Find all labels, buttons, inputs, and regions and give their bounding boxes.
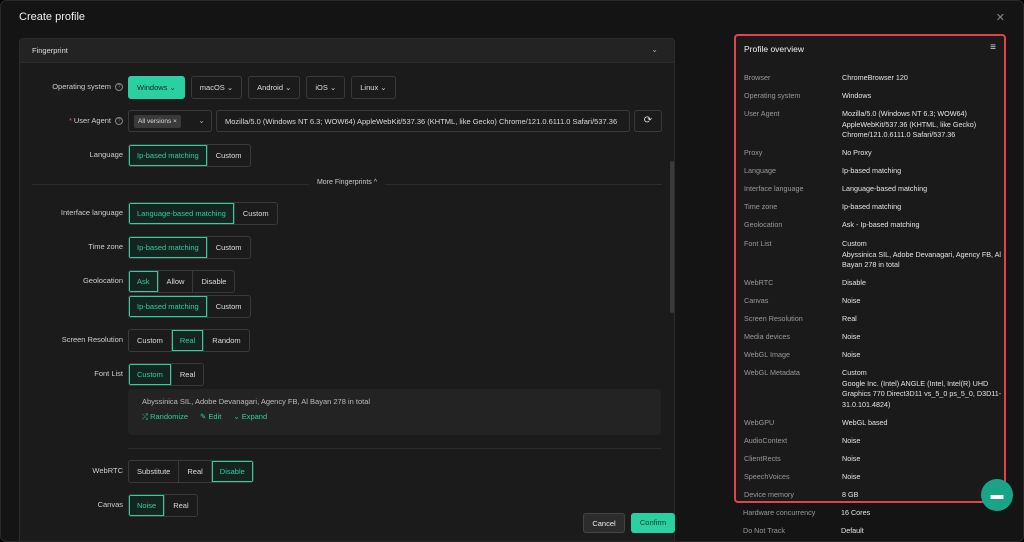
fontlist-row: Font List Custom Real [20,363,674,386]
resolution-real-option[interactable]: Real [171,330,205,351]
timezone-row: Time zone Ip-based matching Custom [20,236,674,259]
os-android-button[interactable]: Android ⌄ [248,76,301,99]
timezone-custom-option[interactable]: Custom [208,237,250,258]
resolution-toggle: Custom Real Random [128,329,250,352]
interface-language-custom-option[interactable]: Custom [235,203,277,224]
timezone-ip-option[interactable]: Ip-based matching [129,237,208,258]
language-ip-option[interactable]: Ip-based matching [129,145,208,166]
overview-title: Profile overview [744,44,804,54]
more-fingerprints-divider: More Fingerprints ^ [32,178,662,190]
interface-language-row: Interface language Language-based matchi… [20,202,674,225]
resolution-custom-option[interactable]: Custom [129,330,172,351]
canvas-row: Canvas Noise Real [20,494,674,517]
chevron-down-icon[interactable]: ⌄ [198,116,205,125]
fontlist-summary: Abyssinica SIL, Adobe Devanagari, Agency… [142,397,371,406]
geolocation-custom-option[interactable]: Custom [208,296,250,317]
geolocation-row: Geolocation Ask Allow Disable [20,270,674,293]
geolocation-sub-row: Ip-based matching Custom [20,295,674,318]
geolocation-sub-toggle: Ip-based matching Custom [128,295,251,318]
ua-row: * User Agent? All versions × ⌄ Mozilla/5.… [20,110,674,132]
fontlist-toggle: Custom Real [128,363,205,386]
os-ios-button[interactable]: iOS ⌄ [306,76,346,99]
webrtc-real-option[interactable]: Real [179,461,212,482]
webrtc-substitute-option[interactable]: Substitute [129,461,180,482]
language-label: Language [89,150,123,159]
ua-version-select[interactable]: All versions × ⌄ [128,110,212,132]
section-title: Fingerprint [32,46,68,55]
geolocation-ask-option[interactable]: Ask [129,271,159,292]
ua-version-tag[interactable]: All versions × [134,115,181,128]
geolocation-disable-option[interactable]: Disable [193,271,234,292]
interface-language-label: Interface language [60,208,123,217]
timezone-toggle: Ip-based matching Custom [128,236,251,259]
geolocation-toggle: Ask Allow Disable [128,270,236,293]
chat-icon[interactable]: ▬ [981,479,1013,511]
confirm-button[interactable]: Confirm [631,513,675,533]
geolocation-label: Geolocation [82,276,123,285]
ua-input[interactable]: Mozilla/5.0 (Windows NT 6.3; WOW64) Appl… [216,110,630,132]
resolution-row: Screen Resolution Custom Real Random [20,329,674,352]
language-toggle: Ip-based matching Custom [128,144,251,167]
fontlist-box: Abyssinica SIL, Adobe Devanagari, Agency… [128,389,661,435]
chevron-down-icon[interactable]: ⌄ [651,45,658,54]
geolocation-allow-option[interactable]: Allow [159,271,194,292]
webrtc-label: WebRTC [92,466,123,475]
geolocation-ip-option[interactable]: Ip-based matching [129,296,208,317]
interface-language-match-option[interactable]: Language-based matching [129,203,235,224]
os-windows-button[interactable]: Windows ⌄ [128,76,185,99]
create-profile-modal: Create profile ✕ Fingerprint ⌄ Operating… [0,0,1024,542]
os-linux-button[interactable]: Linux ⌄ [351,76,396,99]
language-custom-option[interactable]: Custom [208,145,250,166]
webrtc-disable-option[interactable]: Disable [211,461,253,482]
timezone-label: Time zone [88,242,123,251]
canvas-label: Canvas [97,500,123,509]
os-label: Operating system [52,82,111,91]
scrollbar[interactable] [670,161,674,313]
cancel-button[interactable]: Cancel [583,513,625,533]
ua-label: User Agent [73,116,111,125]
canvas-noise-option[interactable]: Noise [129,495,166,516]
fontlist-real-option[interactable]: Real [172,364,203,385]
webrtc-row: WebRTC Substitute Real Disable [20,460,674,483]
edit-button[interactable]: ✎ Edit [200,412,221,422]
help-icon[interactable]: ? [115,117,123,126]
interface-language-toggle: Language-based matching Custom [128,202,278,225]
webrtc-toggle: Substitute Real Disable [128,460,254,483]
collapse-icon[interactable]: ≡ [990,42,996,53]
language-row: Language Ip-based matching Custom [20,144,674,167]
modal-title: Create profile [19,11,86,23]
randomize-button[interactable]: ⤮ Randomize [142,412,188,422]
close-icon[interactable]: ✕ [996,11,1005,24]
os-macos-button[interactable]: macOS ⌄ [190,76,243,99]
resolution-random-option[interactable]: Random [204,330,248,351]
refresh-icon[interactable]: ⟳ [634,110,662,132]
canvas-toggle: Noise Real [128,494,198,517]
more-fingerprints-toggle[interactable]: More Fingerprints ^ [308,179,386,186]
resolution-label: Screen Resolution [61,335,123,344]
profile-overview-panel: Profile overview ≡ Browser ChromeBrowser … [734,34,1006,503]
fingerprint-section-header[interactable]: Fingerprint ⌄ [20,39,674,63]
fingerprint-panel: Fingerprint ⌄ Operating system? Windows … [19,38,675,541]
expand-button[interactable]: ⌄ Expand [233,412,267,422]
canvas-real-option[interactable]: Real [165,495,196,516]
divider [128,448,661,449]
help-icon[interactable]: ? [115,83,123,92]
fontlist-custom-option[interactable]: Custom [129,364,172,385]
required-mark: * [68,116,72,125]
os-row: Operating system? Windows ⌄ macOS ⌄ Andr… [20,76,674,99]
fontlist-label: Font List [94,369,123,378]
